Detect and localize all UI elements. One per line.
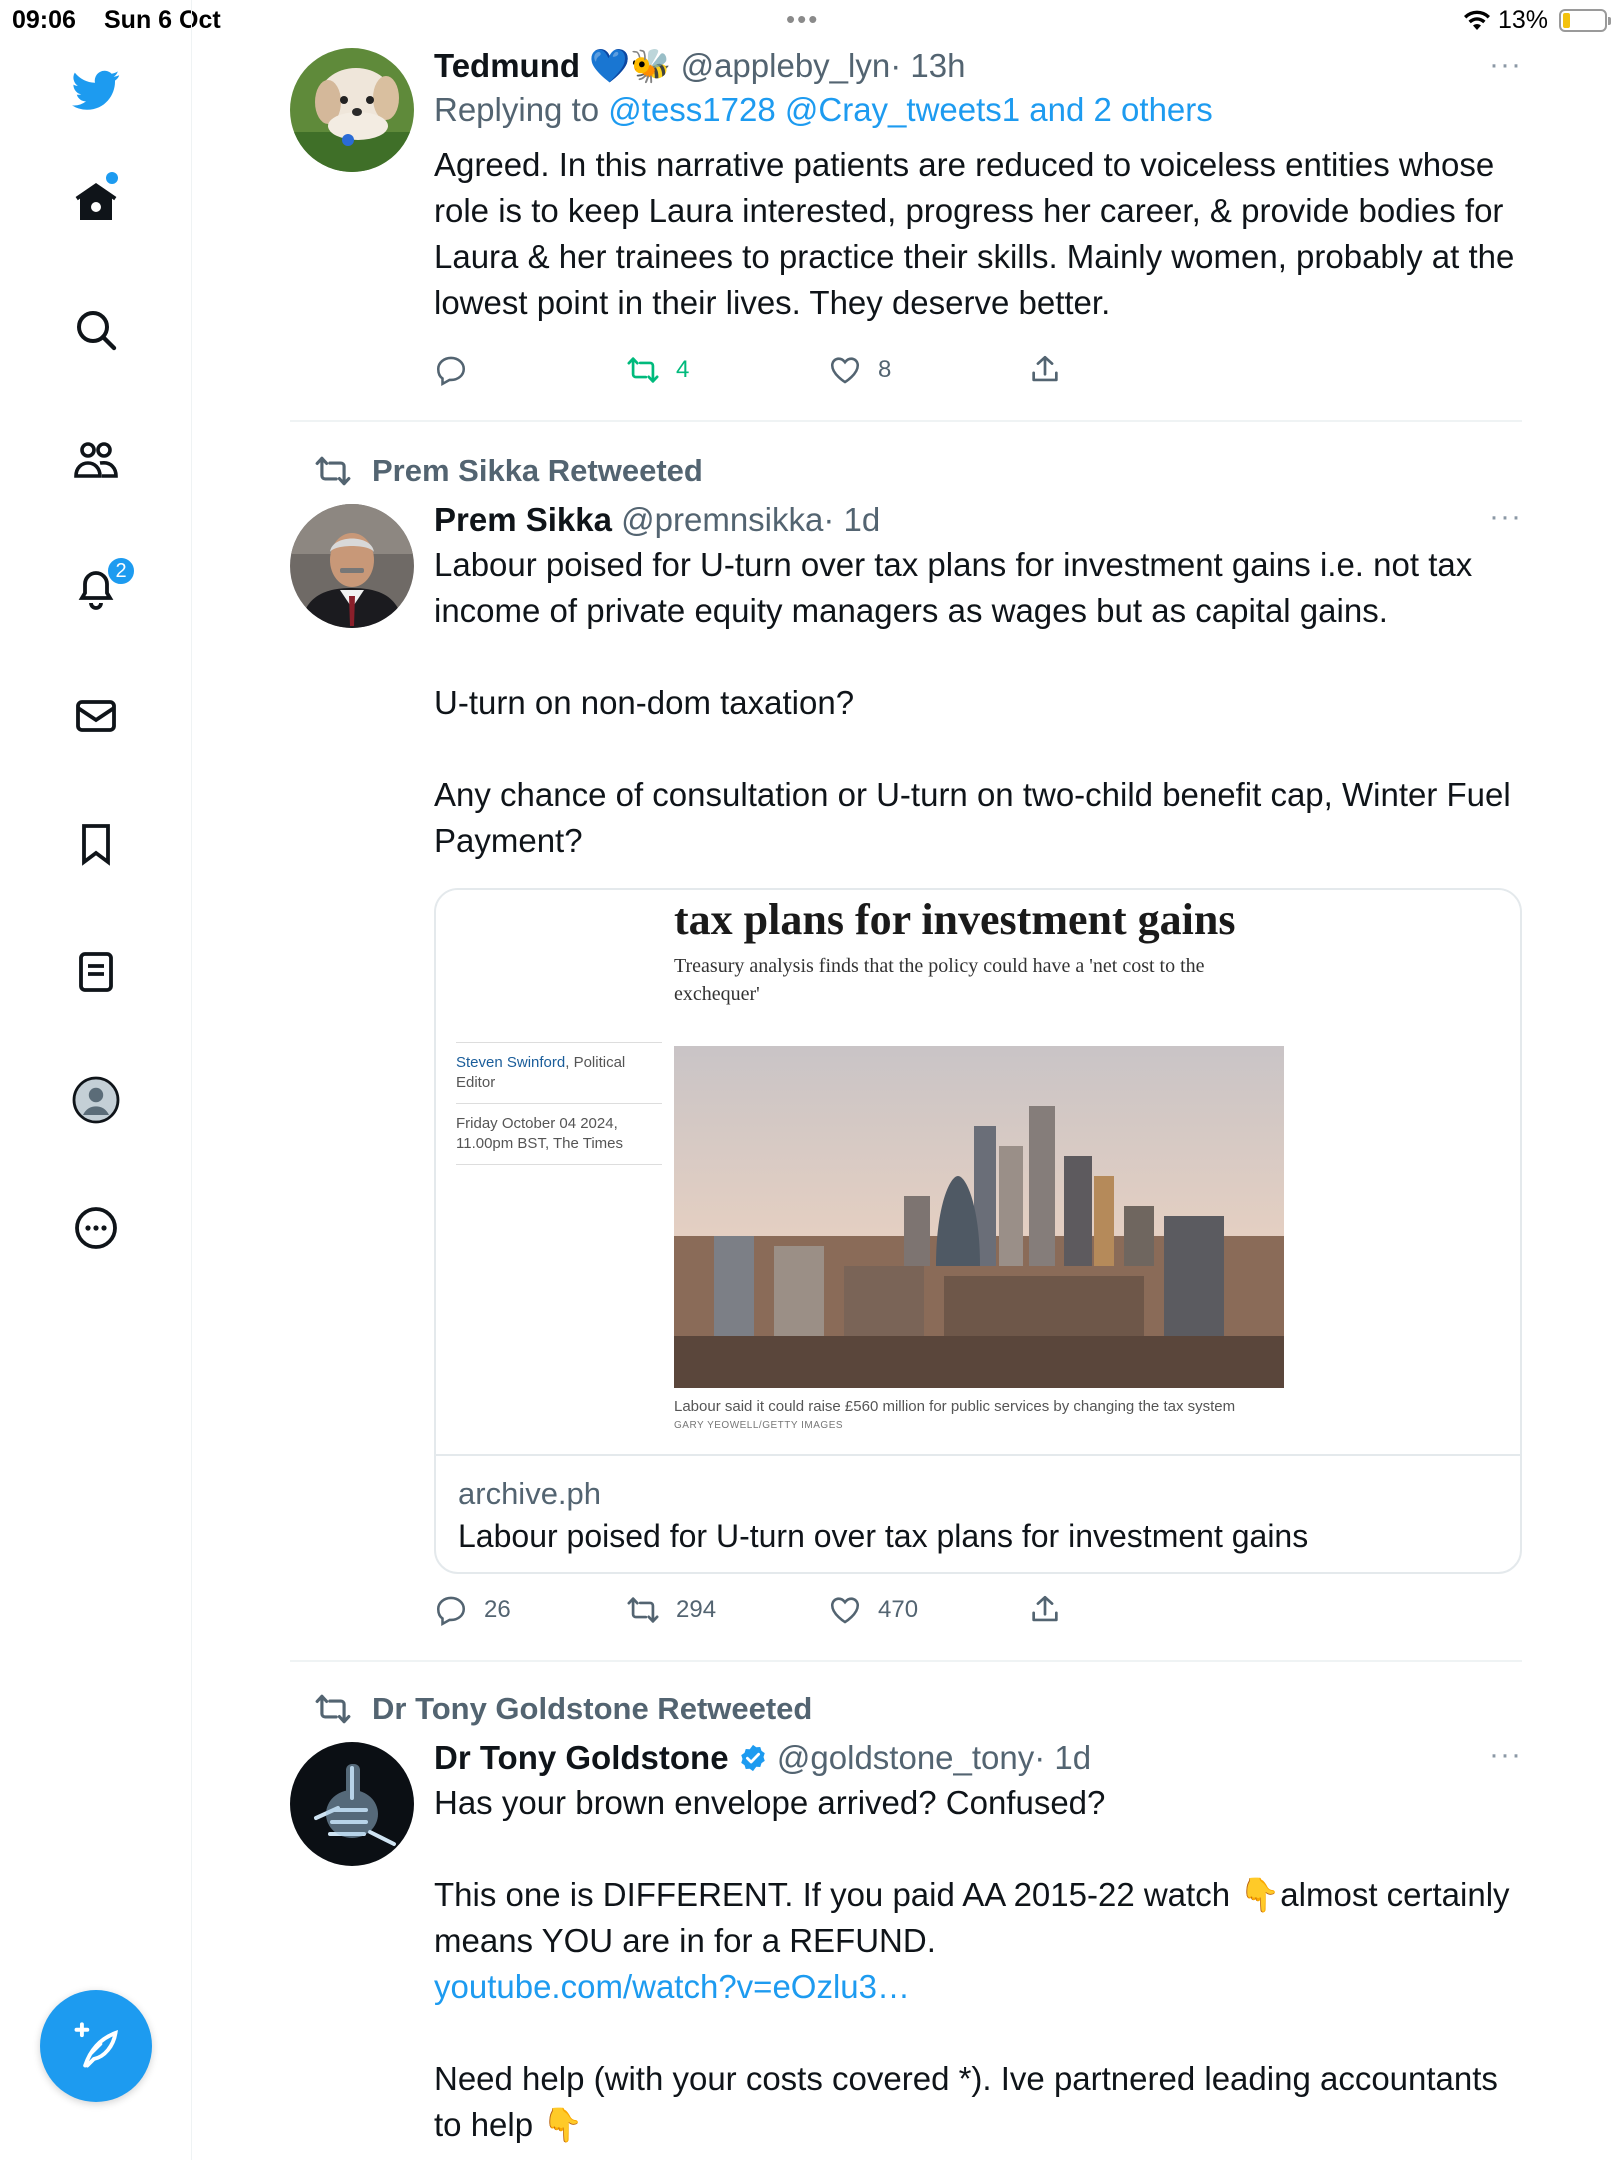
author-name[interactable]: Prem Sikka [434, 501, 612, 538]
card-domain: archive.ph [458, 1476, 602, 1511]
twitter-logo-icon[interactable] [66, 60, 126, 120]
tweet-text: U-turn on non-dom taxation? [434, 684, 855, 721]
share-icon [1032, 355, 1058, 382]
share-icon [1032, 1595, 1058, 1622]
retweet-icon [315, 1694, 351, 1724]
author-name[interactable]: Tedmund [434, 47, 580, 84]
lists-icon[interactable] [66, 942, 126, 1002]
article-headline: tax plans for investment gains [674, 895, 1236, 944]
article-date: Friday October 04 2024, 11.00pm BST, The… [456, 1104, 662, 1165]
retweet-button[interactable]: 294 [626, 1590, 716, 1630]
replying-to-label: Replying to [434, 91, 600, 128]
notification-count-badge: 2 [106, 556, 136, 586]
tweet-header: Tedmund 💙🐝 @appleby_lyn· 13h [434, 44, 1522, 88]
article-byline: Steven Swinford, Political Editor Friday… [456, 1042, 662, 1165]
tweet-text: Has your brown envelope arrived? Confuse… [434, 1784, 1106, 1821]
retweet-icon [627, 1597, 659, 1623]
retweeted-by[interactable]: Dr Tony Goldstone Retweeted [315, 1690, 813, 1728]
tweet-actions: 26 294 470 [434, 1590, 1134, 1630]
multitask-dots-icon[interactable]: ••• [786, 4, 819, 35]
like-count: 470 [878, 1596, 919, 1623]
retweet-icon [627, 357, 659, 383]
tweet-text: Labour poised for U-turn over tax plans … [434, 546, 1473, 629]
card-meta: archive.ph Labour poised for U-turn over… [436, 1456, 1520, 1572]
retweet-button[interactable]: 4 [626, 350, 689, 390]
author-handle[interactable]: @goldstone_tony [777, 1739, 1034, 1776]
verified-badge-icon [740, 1744, 765, 1772]
replying-to-users[interactable]: @tess1728 @Cray_tweets1 and 2 others [608, 91, 1213, 128]
like-count: 8 [878, 356, 892, 383]
tweet-divider [290, 420, 1522, 422]
heart-icon [830, 1597, 860, 1624]
retweet-icon [315, 456, 351, 486]
avatar[interactable] [290, 504, 414, 628]
wifi-icon [1464, 10, 1490, 30]
card-image: tax plans for investment gains Treasury … [436, 890, 1520, 1456]
tweet-time[interactable]: · 13h [890, 47, 965, 84]
profile-icon[interactable] [66, 1070, 126, 1130]
tweet-divider [290, 1660, 1522, 1662]
retweeted-by[interactable]: Prem Sikka Retweeted [315, 452, 703, 490]
photo-credit: GARY YEOWELL/GETTY IMAGES [674, 1420, 844, 1431]
link-card[interactable]: tax plans for investment gains Treasury … [434, 888, 1522, 1574]
photo-caption: Labour said it could raise £560 million … [674, 1398, 1236, 1415]
retweeted-by-label: Prem Sikka Retweeted [372, 453, 703, 488]
tweet-text: Agreed. In this narrative patients are r… [434, 146, 1515, 321]
retweeted-by-label: Dr Tony Goldstone Retweeted [372, 1691, 813, 1726]
tweet-header: Dr Tony Goldstone @goldstone_tony· 1d [434, 1736, 1522, 1780]
battery-icon [1559, 9, 1611, 32]
author-name[interactable]: Dr Tony Goldstone [434, 1739, 729, 1776]
messages-icon[interactable] [66, 686, 126, 746]
share-button[interactable] [1028, 350, 1078, 390]
retweet-count: 294 [676, 1596, 717, 1623]
like-button[interactable]: 8 [828, 350, 891, 390]
retweet-count: 4 [676, 356, 690, 383]
author-handle[interactable]: @appleby_lyn [681, 47, 891, 84]
communities-icon[interactable] [66, 430, 126, 490]
search-icon[interactable] [66, 300, 126, 360]
tweet-time[interactable]: · 1d [823, 501, 880, 538]
tweet-more-options[interactable]: ··· [1489, 48, 1522, 82]
sidebar: 2 [0, 0, 192, 2160]
bookmarks-icon[interactable] [66, 814, 126, 874]
status-bar: 09:06 Sun 6 Oct ••• 13% [0, 0, 1620, 40]
article-author: Steven Swinford [456, 1054, 566, 1071]
tweet-more-options[interactable]: ··· [1489, 1738, 1522, 1772]
tweet-header: Prem Sikka @premnsikka· 1d [434, 498, 1522, 542]
home-unread-dot [106, 172, 118, 184]
reply-icon [436, 356, 466, 387]
avatar[interactable] [290, 48, 414, 172]
tweet-more-options[interactable]: ··· [1489, 500, 1522, 534]
compose-tweet-button[interactable] [40, 1990, 152, 2102]
author-handle[interactable]: @premnsikka [621, 501, 823, 538]
reply-button[interactable] [434, 350, 484, 390]
share-button[interactable] [1028, 1590, 1078, 1630]
reply-count: 26 [484, 1596, 511, 1623]
tweet-text: Any chance of consultation or U-turn on … [434, 776, 1511, 859]
city-skyline-photo [674, 1046, 1284, 1388]
more-icon[interactable] [66, 1198, 126, 1258]
card-title: Labour poised for U-turn over tax plans … [458, 1518, 1309, 1554]
tweet-time[interactable]: · 1d [1034, 1739, 1091, 1776]
youtube-link[interactable]: youtube.com/watch?v=eOzlu3… [434, 1964, 1522, 2010]
like-button[interactable]: 470 [828, 1590, 918, 1630]
tweet-text: This one is DIFFERENT. If you paid AA 20… [434, 1876, 1510, 1959]
avatar[interactable] [290, 1742, 414, 1866]
heart-icon [830, 357, 860, 384]
replying-to: Replying to @tess1728 @Cray_tweets1 and … [434, 88, 1522, 132]
compose-feather-icon [74, 2022, 118, 2068]
reply-icon [436, 1596, 466, 1627]
name-emoji: 💙🐝 [589, 47, 672, 84]
tweet-text: Need help (with your costs covered *). I… [434, 2060, 1498, 2143]
article-subtitle: Treasury analysis finds that the policy … [674, 955, 1205, 1005]
reply-button[interactable]: 26 [434, 1590, 511, 1630]
tweet-actions: 4 8 [434, 350, 1134, 390]
battery-percent: 13% [1498, 6, 1549, 34]
